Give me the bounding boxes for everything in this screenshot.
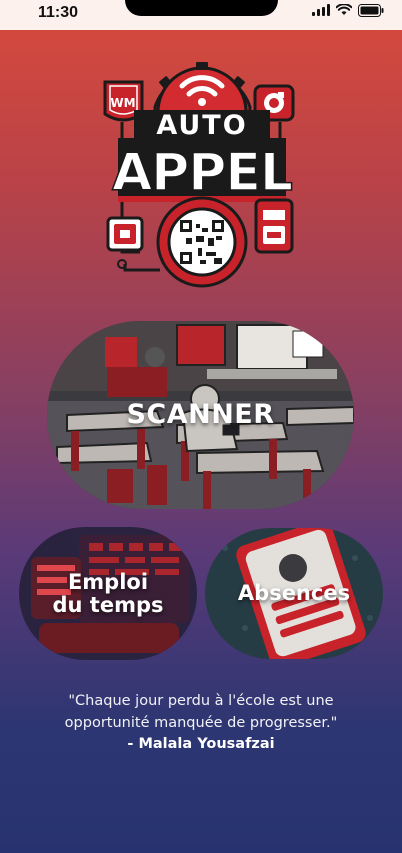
home-screen: 11:30 WM AUTO APPEL SCANNER Emploi du te… [0, 0, 402, 853]
auto-appel-logo: WM AUTO APPEL [100, 52, 302, 290]
quote-author: - Malala Yousafzai [127, 736, 275, 752]
logo-line1: AUTO [156, 110, 247, 141]
status-time: 11:30 [38, 4, 79, 21]
wifi-icon [336, 4, 352, 15]
absences-button[interactable]: Absences [205, 528, 383, 659]
scanner-label: SCANNER [126, 398, 275, 430]
status-icons [312, 3, 384, 17]
quote-line1: "Chaque jour perdu à l'école est une [68, 693, 334, 709]
camera-notch [125, 0, 278, 16]
emploi-label-line2: du temps [52, 592, 164, 617]
scanner-button[interactable]: SCANNER [47, 321, 354, 509]
quote-line2: opportunité manquée de progresser." [64, 715, 338, 731]
logo-line2: APPEL [112, 143, 292, 203]
logo-badge-text: WM [110, 96, 135, 110]
emploi-du-temps-label: Emploi du temps [53, 571, 164, 615]
signal-icon [312, 4, 330, 16]
emploi-du-temps-button[interactable]: Emploi du temps [19, 527, 197, 660]
emploi-label-line1: Emploi [67, 570, 149, 595]
status-bar: 11:30 [0, 0, 402, 30]
battery-icon [358, 3, 384, 17]
absences-label: Absences [237, 581, 351, 606]
motivational-quote: "Chaque jour perdu à l'école est une opp… [0, 690, 402, 734]
